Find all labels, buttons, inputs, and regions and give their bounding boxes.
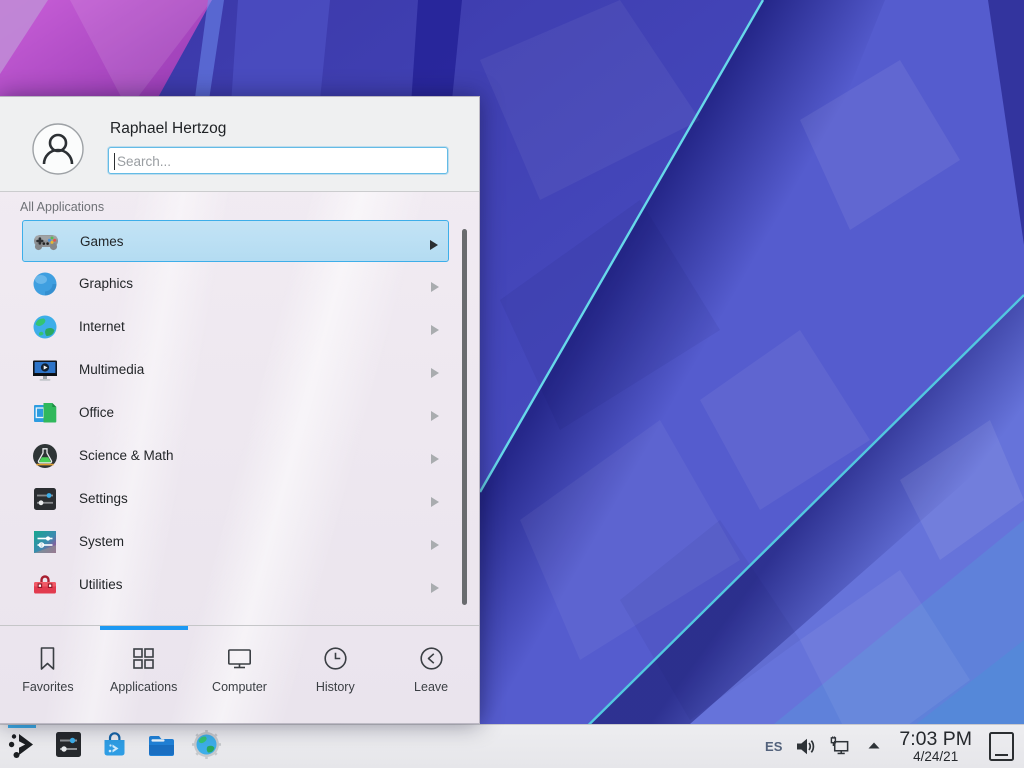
category-item-internet[interactable]: Internet <box>22 306 449 348</box>
show-desktop-button[interactable] <box>988 731 1015 762</box>
app-launcher-panel: Raphael Hertzog All Applications Games Gr… <box>0 96 480 724</box>
desktop: { "launcher": { "user_name": "Raphael He… <box>0 0 1024 768</box>
user-avatar-icon[interactable] <box>32 123 84 175</box>
category-label: Help <box>79 620 107 621</box>
discover-launcher[interactable] <box>98 725 130 768</box>
clock-time: 7:03 PM <box>899 729 972 749</box>
user-name: Raphael Hertzog <box>110 120 226 138</box>
category-item-utilities[interactable]: Utilities <box>22 564 449 606</box>
kde-launcher-icon <box>7 729 38 765</box>
scrollbar-thumb[interactable] <box>462 229 467 605</box>
category-item-multimedia[interactable]: Multimedia <box>22 349 449 391</box>
launcher-tab-bar: Favorites Applications Computer History Leav… <box>0 625 479 725</box>
web-browser-launcher[interactable] <box>190 725 222 768</box>
system-tray: ES 7:03 PM 4/24/21 <box>765 729 1024 764</box>
toolbox-icon <box>31 571 59 599</box>
science-icon <box>31 442 59 470</box>
multimedia-icon <box>31 356 59 384</box>
category-label: Utilities <box>79 577 123 592</box>
category-label: Settings <box>79 491 128 506</box>
category-label: Games <box>80 234 124 249</box>
discover-icon <box>99 729 130 765</box>
category-item-settings[interactable]: Settings <box>22 478 449 520</box>
category-label: Office <box>79 405 114 420</box>
chevron-right-icon <box>431 580 439 590</box>
volume-icon[interactable] <box>795 736 816 757</box>
chevron-right-icon <box>431 365 439 375</box>
taskbar: ES 7:03 PM 4/24/21 <box>0 724 1024 768</box>
tab-computer[interactable]: Computer <box>192 626 288 725</box>
digital-clock[interactable]: 7:03 PM 4/24/21 <box>899 729 972 764</box>
category-label: Science & Math <box>79 448 174 463</box>
search-box[interactable] <box>108 147 448 174</box>
history-icon <box>322 645 349 672</box>
settings-icon <box>31 485 59 513</box>
gamepad-icon <box>32 227 60 255</box>
tab-leave[interactable]: Leave <box>383 626 479 725</box>
chevron-right-icon <box>431 494 439 504</box>
tab-history[interactable]: History <box>287 626 383 725</box>
system-settings-launcher[interactable] <box>52 725 84 768</box>
system-settings-icon <box>53 729 84 765</box>
active-tab-indicator <box>100 626 188 630</box>
expand-arrow-icon[interactable] <box>863 736 884 757</box>
file-manager-launcher[interactable] <box>144 725 176 768</box>
tab-label: History <box>316 680 355 694</box>
system-icon <box>31 528 59 556</box>
tab-applications[interactable]: Applications <box>96 626 192 725</box>
active-task-indicator <box>8 725 36 728</box>
chevron-right-icon <box>431 279 439 289</box>
launcher-header: Raphael Hertzog <box>0 97 479 192</box>
chevron-right-icon <box>431 537 439 547</box>
taskbar-launchers <box>0 725 222 768</box>
sphere-icon <box>31 270 59 298</box>
tab-label: Favorites <box>22 680 73 694</box>
category-label: Internet <box>79 319 125 334</box>
web-browser-icon <box>191 729 222 765</box>
category-item-help[interactable]: Help <box>22 607 449 621</box>
grid-icon <box>130 645 157 672</box>
file-manager-icon <box>145 729 176 765</box>
category-item-graphics[interactable]: Graphics <box>22 263 449 305</box>
office-icon <box>31 399 59 427</box>
tab-label: Computer <box>212 680 267 694</box>
chevron-right-icon <box>430 237 438 247</box>
tab-label: Applications <box>110 680 177 694</box>
bookmark-icon <box>34 645 61 672</box>
network-icon[interactable] <box>829 736 850 757</box>
tab-label: Leave <box>414 680 448 694</box>
category-label: Graphics <box>79 276 133 291</box>
category-item-office[interactable]: Office <box>22 392 449 434</box>
category-item-system[interactable]: System <box>22 521 449 563</box>
globe-icon <box>31 313 59 341</box>
category-item-science-and-math[interactable]: Science & Math <box>22 435 449 477</box>
app-launcher-button[interactable] <box>6 725 38 768</box>
computer-icon <box>226 645 253 672</box>
clock-date: 4/24/21 <box>899 750 972 764</box>
category-label: Multimedia <box>79 362 144 377</box>
section-label: All Applications <box>20 200 104 214</box>
chevron-right-icon <box>431 322 439 332</box>
tab-favorites[interactable]: Favorites <box>0 626 96 725</box>
tray-icons <box>795 736 884 757</box>
help-icon <box>31 614 59 621</box>
category-item-games[interactable]: Games <box>22 220 449 262</box>
chevron-right-icon <box>431 451 439 461</box>
leave-icon <box>418 645 445 672</box>
keyboard-layout-indicator[interactable]: ES <box>765 739 782 754</box>
category-list: Games Graphics Internet Multimedia Office Sci… <box>22 219 449 621</box>
category-label: System <box>79 534 124 549</box>
chevron-right-icon <box>431 408 439 418</box>
search-input[interactable] <box>115 149 439 174</box>
